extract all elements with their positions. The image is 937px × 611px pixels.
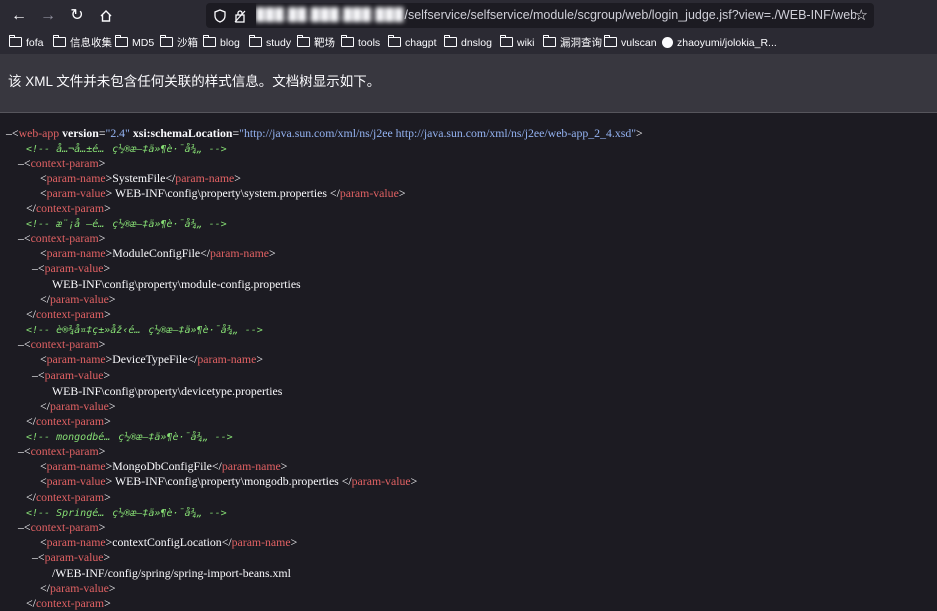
xml-param-value-close: </param-value> (40, 581, 116, 595)
xml-comment: <!-- è®¾å¤‡ç±»åž‹é…ç½®æ–‡ä»¶è·¯å¾„ --> (26, 325, 263, 336)
back-arrow-icon[interactable]: ← (8, 5, 30, 27)
bookmark-info-collect[interactable]: 信息收集 (53, 35, 112, 51)
bookmark-dnslog[interactable]: dnslog (444, 35, 492, 51)
folder-icon (388, 35, 401, 47)
xml-param-name: <param-name>DeviceTypeFile</param-name> (40, 352, 263, 366)
bookmark-sandbox[interactable]: 沙箱 (160, 35, 198, 51)
browser-toolbar: ← → ↻ ▉▉▉.▉▉.▉▉▉.▉▉▉:▉▉▉/selfservice/sel… (0, 0, 937, 32)
folder-icon (249, 35, 262, 47)
folder-icon (160, 35, 173, 47)
address-bar[interactable]: ▉▉▉.▉▉.▉▉▉.▉▉▉:▉▉▉/selfservice/selfservi… (206, 3, 874, 28)
bookmark-vulscan[interactable]: vulscan (604, 35, 657, 51)
xml-root-open[interactable]: –<web-app version="2.4" xsi:schemaLocati… (6, 126, 643, 141)
bookmarks-bar: fofa 信息收集 MD5 沙箱 blog study 靶场 tools cha… (0, 32, 937, 54)
folder-icon (115, 35, 128, 47)
xml-param-value-text: /WEB-INF/config/spring/spring-import-bea… (52, 566, 291, 580)
xml-param-value-text: WEB-INF\config\property\module-config.pr… (52, 277, 301, 291)
xml-comment: <!-- Springé…ç½®æ–‡ä»¶è·¯å¾„ --> (26, 508, 227, 519)
url-host-blurred: ▉▉▉.▉▉.▉▉▉.▉▉▉:▉▉▉ (256, 8, 405, 22)
lock-icon[interactable] (230, 5, 250, 26)
shield-icon[interactable] (210, 5, 230, 26)
url-text[interactable]: ▉▉▉.▉▉.▉▉▉.▉▉▉:▉▉▉/selfservice/selfservi… (256, 3, 856, 28)
xml-param-value: <param-value> WEB-INF\config\property\mo… (40, 474, 418, 488)
bookmark-fofa[interactable]: fofa (9, 35, 44, 51)
folder-icon (444, 35, 457, 47)
xml-param-name: <param-name>MongoDbConfigFile</param-nam… (40, 459, 288, 473)
xml-param-name: <param-name>SystemFile</param-name> (40, 171, 241, 185)
xml-context-param-close: </context-param> (26, 414, 111, 428)
xml-param-value-open[interactable]: –<param-value> (32, 368, 110, 383)
home-icon[interactable] (95, 5, 117, 27)
xml-comment: <!-- mongodbé…ç½®æ–‡ä»¶è·¯å¾„ --> (26, 432, 233, 443)
folder-icon (203, 35, 216, 47)
xml-context-param-open[interactable]: –<context-param> (18, 231, 105, 246)
bookmark-study[interactable]: study (249, 35, 291, 51)
info-message: 该 XML 文件并未包含任何关联的样式信息。文档树显示如下。 (8, 74, 381, 89)
folder-icon (500, 35, 513, 47)
folder-icon (53, 35, 66, 47)
github-icon (662, 37, 673, 48)
reload-icon[interactable]: ↻ (66, 5, 88, 27)
xml-param-value-text: WEB-INF\config\property\devicetype.prope… (52, 384, 283, 398)
bookmark-wiki[interactable]: wiki (500, 35, 535, 51)
xml-context-param-open[interactable]: –<context-param> (18, 520, 105, 535)
xml-param-name: <param-name>ModuleConfigFile</param-name… (40, 246, 276, 260)
url-path: /selfservice/selfservice/module/scgroup/… (404, 8, 856, 22)
folder-icon (604, 35, 617, 47)
xml-info-banner: 该 XML 文件并未包含任何关联的样式信息。文档树显示如下。 (0, 54, 937, 113)
xml-param-value: <param-value> WEB-INF\config\property\sy… (40, 186, 406, 200)
xml-context-param-close: </context-param> (26, 201, 111, 215)
folder-icon (9, 35, 22, 47)
xml-context-param-open[interactable]: –<context-param> (18, 337, 105, 352)
xml-param-value-close: </param-value> (40, 292, 116, 306)
xml-param-value-close: </param-value> (40, 399, 116, 413)
bookmark-star-icon[interactable]: ☆ (855, 5, 868, 26)
bookmark-jolokia[interactable]: zhaoyumi/jolokia_R... (662, 35, 777, 51)
bookmark-md5[interactable]: MD5 (115, 35, 154, 51)
folder-icon (297, 35, 310, 47)
bookmark-tools[interactable]: tools (341, 35, 380, 51)
bookmark-chagpt[interactable]: chagpt (388, 35, 437, 51)
xml-param-name: <param-name>contextConfigLocation</param… (40, 535, 298, 549)
bookmark-range[interactable]: 靶场 (297, 35, 335, 51)
folder-icon (341, 35, 354, 47)
folder-icon (543, 35, 556, 47)
xml-comment: <!-- å…¬å…±é…ç½®æ–‡ä»¶è·¯å¾„ --> (26, 144, 227, 155)
xml-context-param-close: </context-param> (26, 490, 111, 504)
bookmark-blog[interactable]: blog (203, 35, 240, 51)
xml-comment: <!-- æ¨¡å—é…ç½®æ–‡ä»¶è·¯å¾„ --> (26, 219, 227, 230)
forward-arrow-icon[interactable]: → (37, 5, 59, 27)
bookmark-vuln-query[interactable]: 漏洞查询 (543, 35, 602, 51)
xml-context-param-open[interactable]: –<context-param> (18, 444, 105, 459)
xml-param-value-open[interactable]: –<param-value> (32, 550, 110, 565)
xml-context-param-open[interactable]: –<context-param> (18, 156, 105, 171)
xml-param-value-open[interactable]: –<param-value> (32, 261, 110, 276)
xml-context-param-close: </context-param> (26, 307, 111, 321)
